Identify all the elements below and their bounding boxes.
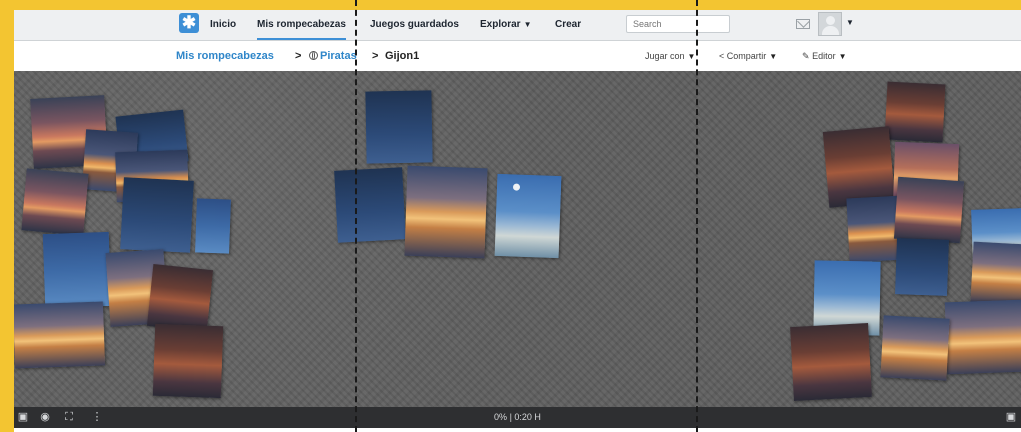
share-label: Compartir xyxy=(726,51,767,61)
puzzle-piece[interactable] xyxy=(494,173,562,259)
breadcrumb-separator: > xyxy=(372,50,379,62)
puzzle-control-bar: 0% | 0:20 H ▣ ◉ ⛶ ⋮ ▣ xyxy=(14,407,1021,428)
puzzle-piece[interactable] xyxy=(42,231,112,309)
puzzle-piece[interactable] xyxy=(152,323,224,399)
puzzle-status: 0% | 0:20 H xyxy=(494,412,541,422)
more-vertical-icon[interactable]: ⋮ xyxy=(90,410,104,424)
share-dropdown[interactable]: < Compartir ▼ xyxy=(719,41,777,71)
chevron-down-icon: ▼ xyxy=(523,20,532,29)
page-footer xyxy=(14,428,1021,432)
dashed-guide-line xyxy=(696,0,698,432)
puzzle-piece[interactable] xyxy=(195,198,231,254)
puzzle-piece[interactable] xyxy=(790,323,872,401)
breadcrumb-current: Gijon1 xyxy=(385,50,420,62)
puzzle-asterisk-icon[interactable]: ✱ xyxy=(179,13,199,33)
user-avatar-icon[interactable] xyxy=(818,12,842,36)
image-preview-icon[interactable]: ▣ xyxy=(1004,410,1018,424)
breadcrumb-separator: > xyxy=(295,50,302,62)
edit-icon: ✎ xyxy=(802,51,810,61)
puzzle-piece[interactable] xyxy=(14,301,106,369)
chevron-down-icon: ▼ xyxy=(769,52,778,61)
puzzle-piece[interactable] xyxy=(404,165,488,259)
puzzle-piece[interactable] xyxy=(146,264,214,332)
puzzle-piece[interactable] xyxy=(893,176,965,244)
moon-detail xyxy=(512,183,521,191)
breadcrumb-folder[interactable]: Piratas xyxy=(309,41,357,71)
background-color-icon[interactable]: ◉ xyxy=(38,410,52,424)
nav-explore-label: Explorar xyxy=(480,19,521,30)
nav-create[interactable]: Crear xyxy=(555,10,581,40)
chevron-down-icon: ▼ xyxy=(838,52,847,61)
puzzle-piece[interactable] xyxy=(884,81,946,143)
fullscreen-icon[interactable]: ⛶ xyxy=(62,410,76,424)
top-nav-bar: ✱ Inicio Mis rompecabezas Juegos guardad… xyxy=(14,10,1021,41)
share-icon: < xyxy=(719,51,725,61)
nav-my-puzzles[interactable]: Mis rompecabezas xyxy=(257,10,346,40)
play-with-label: Jugar con xyxy=(645,51,685,61)
nav-saved-games[interactable]: Juegos guardados xyxy=(370,10,459,40)
nav-explore[interactable]: Explorar ▼ xyxy=(480,10,532,40)
puzzle-piece[interactable] xyxy=(334,167,406,243)
elapsed-time: 0:20 H xyxy=(514,412,541,422)
breadcrumb-folder-label: Piratas xyxy=(320,50,357,62)
globe-icon xyxy=(309,51,318,60)
breadcrumb: Mis rompecabezas > Piratas > Gijon1 Juga… xyxy=(14,41,1021,71)
puzzle-piece[interactable] xyxy=(970,241,1021,305)
editor-label: Editor xyxy=(812,51,836,61)
play-with-dropdown[interactable]: Jugar con ▼ xyxy=(645,41,695,71)
nav-home[interactable]: Inicio xyxy=(210,10,236,40)
chevron-down-icon[interactable]: ▼ xyxy=(846,18,854,27)
puzzle-piece[interactable] xyxy=(944,299,1021,375)
puzzle-piece[interactable] xyxy=(365,90,433,164)
editor-dropdown[interactable]: ✎ Editor ▼ xyxy=(802,41,847,71)
puzzle-piece[interactable] xyxy=(120,177,194,253)
puzzle-piece[interactable] xyxy=(21,168,89,236)
chevron-down-icon: ▼ xyxy=(687,52,696,61)
image-preview-icon[interactable]: ▣ xyxy=(16,410,30,424)
puzzle-piece[interactable] xyxy=(895,238,949,296)
app-window: ✱ Inicio Mis rompecabezas Juegos guardad… xyxy=(14,10,1021,432)
dashed-guide-line xyxy=(355,0,357,432)
puzzle-board[interactable] xyxy=(14,71,1021,407)
puzzle-piece[interactable] xyxy=(880,315,950,381)
progress-percent: 0% xyxy=(494,412,508,422)
search-input[interactable] xyxy=(626,15,730,33)
mail-icon[interactable] xyxy=(796,19,810,29)
breadcrumb-my-puzzles[interactable]: Mis rompecabezas xyxy=(176,41,274,71)
